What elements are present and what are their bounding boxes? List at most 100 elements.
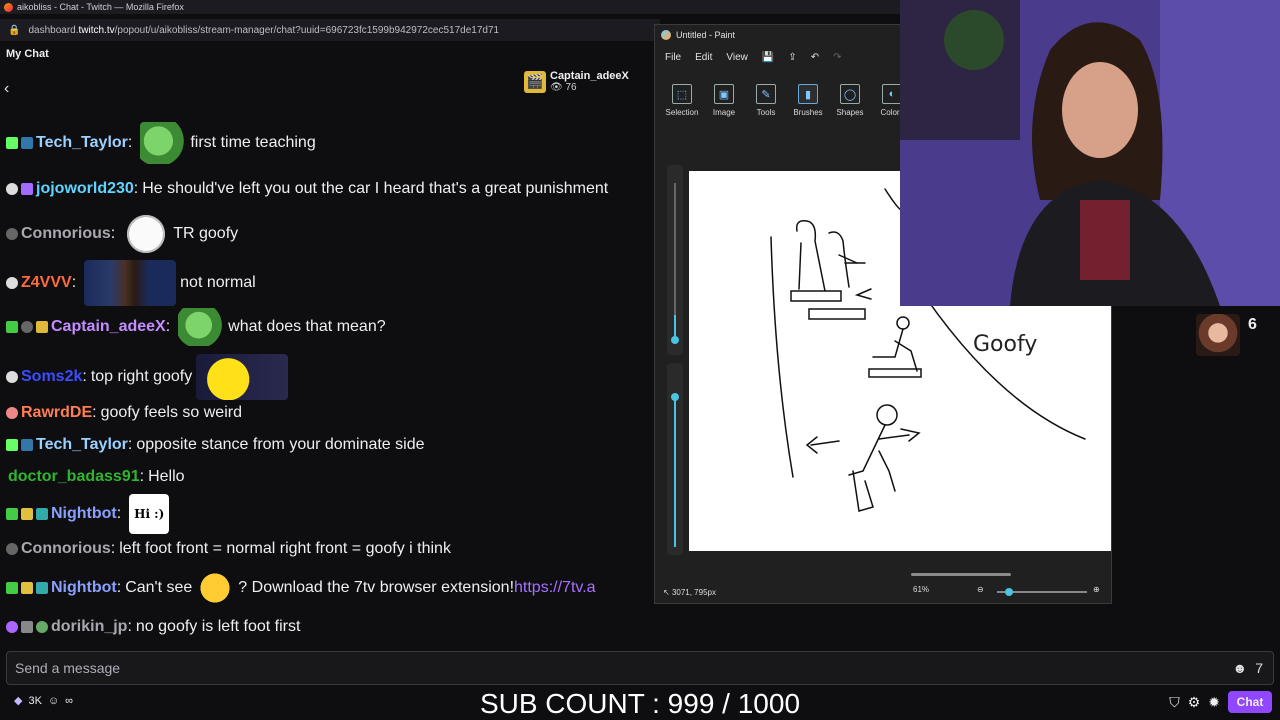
yellow-emote[interactable] <box>196 354 289 400</box>
chat-username[interactable]: Connorious <box>21 225 111 243</box>
selection-icon: ⬚ <box>672 84 692 104</box>
clapperboard-icon: 🎬 <box>524 70 546 93</box>
chat-text: what does that mean? <box>228 318 386 335</box>
chat-username[interactable]: Tech_Taylor <box>36 436 128 454</box>
menu-edit[interactable]: Edit <box>695 52 712 63</box>
badge-icon <box>6 582 18 594</box>
chat-input-placeholder: Send a message <box>15 660 121 676</box>
hi-emote[interactable]: Hi :) <box>129 494 170 534</box>
chat-message: jojoworld230: He should've left you out … <box>6 180 608 198</box>
infinity-icon: ∞ <box>65 694 74 707</box>
emote-menu-icon[interactable]: ☻ <box>1232 660 1247 676</box>
face-emote[interactable] <box>84 260 177 306</box>
badge-icon <box>6 407 18 419</box>
chat-message-list[interactable]: Tech_Taylor: first time teaching jojowor… <box>0 118 660 648</box>
menu-file[interactable]: File <box>665 52 681 63</box>
emote-icon: ☺ <box>47 694 60 707</box>
chat-username[interactable]: dorikin_jp <box>51 618 127 636</box>
lock-icon: 🔒 <box>8 24 21 36</box>
zoom-slider[interactable] <box>997 588 1087 596</box>
chat-username[interactable]: jojoworld230 <box>36 180 134 198</box>
troll-emote[interactable] <box>123 214 170 254</box>
chat-text: opposite stance from your dominate side <box>136 436 425 453</box>
paint-logo-icon <box>661 30 671 40</box>
chat-text: left foot front = normal right front = g… <box>119 540 451 557</box>
badge-icon <box>6 137 18 149</box>
diamond-icon: ◆ <box>14 695 23 707</box>
url-bar[interactable]: 🔒 dashboard.twitch.tv/popout/u/aikobliss… <box>0 19 660 41</box>
chat-text: ? Download the 7tv browser extension! <box>238 579 515 596</box>
chat-message: Soms2k: top right goofy <box>6 354 292 400</box>
bot-icon[interactable]: ⚙ <box>1188 694 1201 711</box>
pepe-emote[interactable] <box>178 308 225 346</box>
brush-size-slider[interactable] <box>661 165 689 565</box>
webcam-feed <box>900 0 1280 306</box>
undo-icon[interactable]: ↶ <box>811 52 819 63</box>
chat-message: Tech_Taylor: opposite stance from your d… <box>6 436 425 454</box>
chat-text: first time teaching <box>190 134 316 151</box>
badge-icon <box>21 508 33 520</box>
7tv-icon[interactable]: 7 <box>1255 660 1263 676</box>
clapperboard-badge-icon <box>36 321 48 333</box>
zoom-knob[interactable] <box>1005 588 1013 596</box>
shield-icon[interactable]: ⛉ <box>1169 694 1180 711</box>
chat-username[interactable]: Tech_Taylor <box>36 134 128 152</box>
chat-message: Nightbot: Can't see ? Download the 7tv b… <box>6 570 596 606</box>
zoom-level[interactable]: 61% <box>913 585 929 594</box>
tool-image[interactable]: ▣ Image <box>703 69 745 121</box>
bottom-bar: SUB COUNT : 999 / 1000 ◆ 3K ☺ ∞ ⛉ ⚙ ✹ Ch… <box>0 688 1280 720</box>
chat-username[interactable]: Nightbot <box>51 579 117 597</box>
scrollbar-thumb[interactable] <box>911 573 1011 576</box>
mute-badge-icon <box>21 621 33 633</box>
zoom-in-icon[interactable]: ⊕ <box>1093 585 1100 594</box>
bot-badge-icon <box>36 582 48 594</box>
shapes-icon: ◯ <box>840 84 860 104</box>
tool-tools[interactable]: ✎ Tools <box>745 69 787 121</box>
chat-message: Z4VVV: not normal <box>6 260 256 306</box>
redo-icon[interactable]: ↷ <box>833 52 841 63</box>
chat-message: RawrdDE: goofy feels so weird <box>6 404 242 422</box>
verified-badge-icon <box>21 137 33 149</box>
back-chevron-icon[interactable]: ‹ <box>4 80 18 100</box>
share-icon[interactable]: ⇪ <box>788 52 796 63</box>
channel-points[interactable]: ◆ 3K ☺ ∞ <box>14 694 74 708</box>
pepe-emote[interactable] <box>140 122 187 164</box>
chat-username[interactable]: Captain_adeeX <box>51 318 166 336</box>
url-text: dashboard.twitch.tv/popout/u/aikobliss/s… <box>28 24 500 36</box>
chat-username[interactable]: Soms2k <box>21 368 82 386</box>
tools-icon: ✎ <box>756 84 776 104</box>
save-icon[interactable]: 💾 <box>762 52 774 63</box>
chat-username[interactable]: RawrdDE <box>21 404 92 422</box>
cloud-badge-icon <box>6 183 18 195</box>
chat-message: Nightbot: Hi :) <box>6 494 173 534</box>
chat-link[interactable]: https://7tv.a <box>514 579 596 597</box>
zoom-out-icon[interactable]: ⊖ <box>977 585 984 594</box>
chat-username[interactable]: Z4VVV <box>21 274 72 292</box>
chat-text: top right goofy <box>90 368 193 385</box>
horizontal-scrollbar[interactable] <box>689 571 1109 577</box>
chat-message: doctor_badass91: Hello <box>8 468 185 486</box>
tool-selection[interactable]: ⬚ Selection <box>661 69 703 121</box>
cloud-badge-icon <box>6 543 18 555</box>
tool-brushes[interactable]: ▮ Brushes <box>787 69 829 121</box>
chat-message: dorikin_jp: no goofy is left foot first <box>6 618 300 636</box>
menu-view[interactable]: View <box>726 52 748 63</box>
settings-icon[interactable]: ✹ <box>1208 694 1220 711</box>
chat-username[interactable]: Nightbot <box>51 505 117 523</box>
chat-text: He should've left you out the car I hear… <box>142 180 609 197</box>
chat-username[interactable]: doctor_badass91 <box>8 468 140 486</box>
chat-text: not normal <box>180 274 256 291</box>
points-value: 3K <box>28 694 42 707</box>
chat-input[interactable]: Send a message ☻ 7 <box>6 651 1274 685</box>
pinned-user-card[interactable]: 🎬 Captain_adeeX 👁 76 <box>524 70 629 93</box>
chat-button[interactable]: Chat <box>1228 691 1272 713</box>
chat-username[interactable]: Connorious <box>21 540 111 558</box>
chat-message: Connorious: left foot front = normal rig… <box>6 540 451 558</box>
smirk-emote[interactable] <box>196 570 235 606</box>
chat-text: TR goofy <box>173 225 239 242</box>
badge-icon <box>6 439 18 451</box>
tool-shapes[interactable]: ◯ Shapes <box>829 69 871 121</box>
window-title: aikobliss - Chat - Twitch — Mozilla Fire… <box>17 2 184 12</box>
chat-text: goofy feels so weird <box>100 404 242 421</box>
verified-badge-icon <box>21 439 33 451</box>
